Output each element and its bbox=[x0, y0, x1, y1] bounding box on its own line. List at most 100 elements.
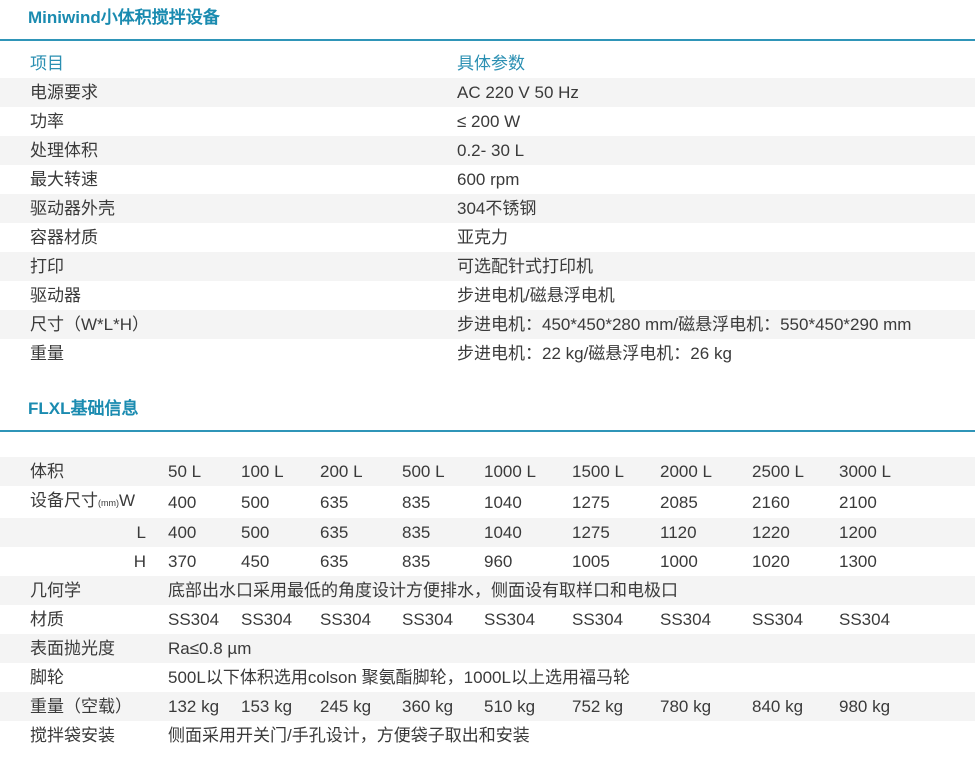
dims-label-cell: 设备尺寸(mm)W bbox=[0, 486, 168, 518]
dims-cell: 1120 bbox=[660, 518, 752, 547]
material-cell: SS304 bbox=[484, 610, 536, 629]
spec-row: 处理体积 0.2- 30 L bbox=[0, 136, 975, 165]
dims-cell: 835 bbox=[402, 518, 484, 547]
volume-row: 体积 50 L 100 L 200 L 500 L 1000 L 1500 L … bbox=[0, 457, 975, 486]
dims-sub-label: L bbox=[0, 518, 168, 547]
section2-divider bbox=[0, 430, 975, 432]
volume-cell: 2000 L bbox=[660, 457, 752, 486]
weight-cell: 132 kg bbox=[168, 692, 241, 721]
casters-label: 脚轮 bbox=[30, 668, 64, 687]
volume-cell: 1500 L bbox=[572, 457, 660, 486]
spec-value: 600 rpm bbox=[457, 170, 520, 189]
polish-label: 表面抛光度 bbox=[0, 634, 168, 663]
dims-cell: 1020 bbox=[752, 552, 790, 571]
weight-cell: 360 kg bbox=[402, 692, 484, 721]
material-cell: SS304 bbox=[839, 610, 891, 629]
spec-row: 容器材质 亚克力 bbox=[0, 223, 975, 252]
volume-cell: 500 L bbox=[402, 457, 484, 486]
dims-cell: 1000 bbox=[660, 552, 698, 571]
weight-cell: 752 kg bbox=[572, 692, 660, 721]
dims-cell: 370 bbox=[168, 552, 197, 571]
spec-value: 亚克力 bbox=[457, 228, 508, 247]
dims-cell: 1040 bbox=[484, 518, 572, 547]
section1-divider bbox=[0, 39, 975, 41]
dims-sub-label: H bbox=[133, 552, 146, 571]
dims-cell: 1275 bbox=[572, 518, 660, 547]
polish-text: Ra≤0.8 µm bbox=[168, 634, 975, 663]
dims-cell: 1200 bbox=[839, 518, 975, 547]
spec-item: 容器材质 bbox=[30, 228, 98, 247]
material-cell: SS304 bbox=[241, 610, 293, 629]
weight-cell: 780 kg bbox=[660, 692, 752, 721]
spec-item: 驱动器 bbox=[30, 286, 81, 305]
volume-cell: 200 L bbox=[320, 457, 402, 486]
dims-row-h: H 370 450 635 835 960 1005 1000 1020 130… bbox=[0, 547, 975, 576]
weight-label: 重量（空载） bbox=[0, 692, 168, 721]
spec-item: 打印 bbox=[0, 252, 457, 281]
spec-header-value: 具体参数 bbox=[457, 54, 525, 73]
spec-value: AC 220 V 50 Hz bbox=[457, 78, 975, 107]
geometry-text: 底部出水口采用最低的角度设计方便排水，侧面设有取样口和电极口 bbox=[168, 576, 975, 605]
spec-row: 电源要求 AC 220 V 50 Hz bbox=[0, 78, 975, 107]
flxl-info-table: 体积 50 L 100 L 200 L 500 L 1000 L 1500 L … bbox=[0, 457, 975, 750]
weight-cell: 980 kg bbox=[839, 692, 975, 721]
material-cell: SS304 bbox=[752, 610, 804, 629]
dims-cell: 1005 bbox=[572, 552, 610, 571]
dims-cell: 635 bbox=[320, 492, 349, 512]
dims-cell: 1220 bbox=[752, 518, 839, 547]
bag-install-label: 搅拌袋安装 bbox=[30, 726, 115, 745]
volume-cell: 1000 L bbox=[484, 457, 572, 486]
material-label: 材质 bbox=[30, 610, 64, 629]
spec-row: 驱动器外壳 304不锈钢 bbox=[0, 194, 975, 223]
material-cell: SS304 bbox=[402, 610, 454, 629]
spec-header-item: 项目 bbox=[30, 54, 64, 73]
dims-cell: 450 bbox=[241, 552, 270, 571]
spec-item: 功率 bbox=[30, 112, 64, 131]
volume-cell: 3000 L bbox=[839, 457, 975, 486]
spec-row: 尺寸（W*L*H） 步进电机：450*450*280 mm/磁悬浮电机：550*4… bbox=[0, 310, 975, 339]
material-cell: SS304 bbox=[168, 610, 220, 629]
casters-row: 脚轮 500L以下体积选用colson 聚氨酯脚轮，1000L以上选用福马轮 bbox=[0, 663, 975, 692]
volume-cell: 50 L bbox=[168, 457, 241, 486]
dims-unit: (mm) bbox=[98, 498, 119, 508]
weight-cell: 510 kg bbox=[484, 692, 572, 721]
casters-text: 500L以下体积选用colson 聚氨酯脚轮，1000L以上选用福马轮 bbox=[168, 668, 630, 687]
section2-title: FLXL基础信息 bbox=[28, 399, 139, 418]
spec-row: 重量 步进电机：22 kg/磁悬浮电机：26 kg bbox=[0, 339, 975, 368]
dims-cell: 1275 bbox=[572, 492, 610, 512]
spec-row: 最大转速 600 rpm bbox=[0, 165, 975, 194]
dims-cell: 635 bbox=[320, 518, 402, 547]
volume-cell: 100 L bbox=[241, 457, 320, 486]
dims-cell: 1040 bbox=[484, 492, 522, 512]
dims-cell: 2100 bbox=[839, 492, 877, 512]
weight-cell: 153 kg bbox=[241, 692, 320, 721]
spec-item: 重量 bbox=[30, 344, 64, 363]
geometry-row: 几何学 底部出水口采用最低的角度设计方便排水，侧面设有取样口和电极口 bbox=[0, 576, 975, 605]
spec-item: 最大转速 bbox=[30, 170, 98, 189]
material-cell: SS304 bbox=[320, 610, 372, 629]
weight-cell: 840 kg bbox=[752, 692, 839, 721]
dims-sub-label: W bbox=[119, 491, 136, 510]
dims-cell: 960 bbox=[484, 552, 513, 571]
dims-cell: 500 bbox=[241, 518, 320, 547]
spec-item: 电源要求 bbox=[0, 78, 457, 107]
spec-item: 驱动器外壳 bbox=[0, 194, 457, 223]
dims-cell: 400 bbox=[168, 492, 197, 512]
spec-value: 304不锈钢 bbox=[457, 194, 975, 223]
dims-cell: 2085 bbox=[660, 492, 698, 512]
dims-cell: 635 bbox=[320, 552, 349, 571]
geometry-label: 几何学 bbox=[0, 576, 168, 605]
spec-header-row: 项目 具体参数 bbox=[0, 49, 975, 78]
spec-value: ≤ 200 W bbox=[457, 112, 521, 131]
polish-row: 表面抛光度 Ra≤0.8 µm bbox=[0, 634, 975, 663]
spec-row: 驱动器 步进电机/磁悬浮电机 bbox=[0, 281, 975, 310]
spec-row: 功率 ≤ 200 W bbox=[0, 107, 975, 136]
spec-item: 尺寸（W*L*H） bbox=[0, 310, 457, 339]
dims-row-l: L 400 500 635 835 1040 1275 1120 1220 12… bbox=[0, 518, 975, 547]
spec-value: 可选配针式打印机 bbox=[457, 252, 975, 281]
dims-cell: 500 bbox=[241, 492, 270, 512]
weight-row: 重量（空载） 132 kg 153 kg 245 kg 360 kg 510 k… bbox=[0, 692, 975, 721]
bag-install-row: 搅拌袋安装 侧面采用开关门/手孔设计，方便袋子取出和安装 bbox=[0, 721, 975, 750]
dims-cell: 835 bbox=[402, 552, 431, 571]
spec-value: 步进电机：450*450*280 mm/磁悬浮电机：550*450*290 mm bbox=[457, 310, 975, 339]
